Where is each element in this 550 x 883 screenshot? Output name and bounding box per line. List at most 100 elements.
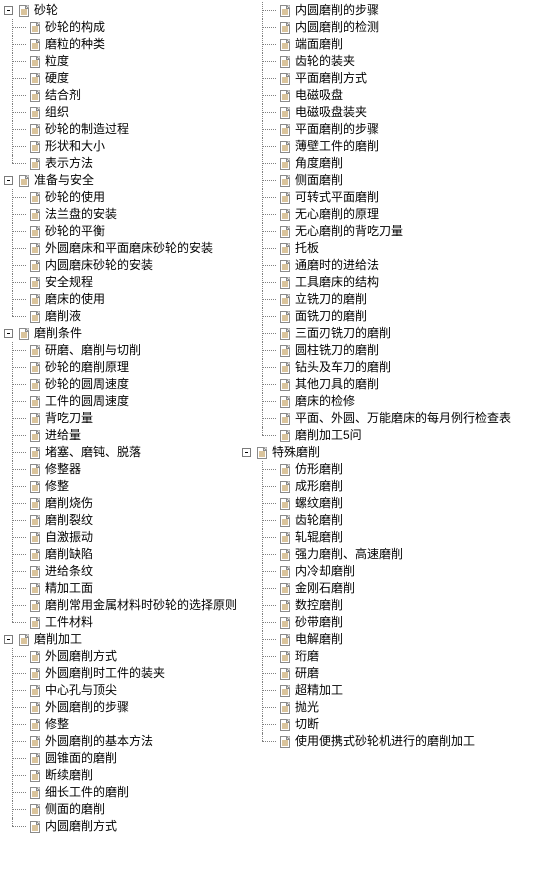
tree-leaf[interactable]: 电磁吸盘装夹 bbox=[244, 104, 550, 121]
tree-leaf[interactable]: 内圆磨削的检测 bbox=[244, 19, 550, 36]
tree-leaf[interactable]: 其他刀具的磨削 bbox=[244, 376, 550, 393]
tree-leaf[interactable]: 面铣刀的磨削 bbox=[244, 308, 550, 325]
tree-leaf[interactable]: 平面磨削的步骤 bbox=[244, 121, 550, 138]
tree-section-header[interactable]: 准备与安全 bbox=[4, 172, 242, 189]
tree-leaf[interactable]: 表示方法 bbox=[6, 155, 242, 172]
tree-leaf[interactable]: 修整器 bbox=[6, 461, 242, 478]
tree-leaf[interactable]: 钻头及车刀的磨削 bbox=[244, 359, 550, 376]
tree-leaf[interactable]: 工件的圆周速度 bbox=[6, 393, 242, 410]
tree-leaf[interactable]: 强力磨削、高速磨削 bbox=[244, 546, 550, 563]
tree-leaf[interactable]: 法兰盘的安装 bbox=[6, 206, 242, 223]
tree-leaf[interactable]: 进给量 bbox=[6, 427, 242, 444]
tree-leaf[interactable]: 磨床的检修 bbox=[244, 393, 550, 410]
tree-leaf[interactable]: 外圆磨削时工件的装夹 bbox=[6, 665, 242, 682]
tree-leaf[interactable]: 抛光 bbox=[244, 699, 550, 716]
tree-leaf[interactable]: 中心孔与顶尖 bbox=[6, 682, 242, 699]
tree-section-header[interactable]: 特殊磨削 bbox=[242, 444, 550, 461]
tree-leaf[interactable]: 电磁吸盘 bbox=[244, 87, 550, 104]
tree-leaf[interactable]: 内冷却磨削 bbox=[244, 563, 550, 580]
tree-leaf[interactable]: 修整 bbox=[6, 716, 242, 733]
tree-leaf[interactable]: 侧面磨削 bbox=[244, 172, 550, 189]
tree-leaf[interactable]: 端面磨削 bbox=[244, 36, 550, 53]
tree-leaf[interactable]: 珩磨 bbox=[244, 648, 550, 665]
tree-leaf[interactable]: 安全规程 bbox=[6, 274, 242, 291]
tree-leaf[interactable]: 进给条纹 bbox=[6, 563, 242, 580]
tree-leaf[interactable]: 细长工件的磨削 bbox=[6, 784, 242, 801]
tree-section-header[interactable]: 砂轮 bbox=[4, 2, 242, 19]
tree-leaf[interactable]: 金刚石磨削 bbox=[244, 580, 550, 597]
tree-leaf[interactable]: 内圆磨床砂轮的安装 bbox=[6, 257, 242, 274]
tree-leaf[interactable]: 角度磨削 bbox=[244, 155, 550, 172]
tree-leaf[interactable]: 组织 bbox=[6, 104, 242, 121]
tree-leaf[interactable]: 磨粒的种类 bbox=[6, 36, 242, 53]
tree-leaf[interactable]: 磨床的使用 bbox=[6, 291, 242, 308]
tree-leaf[interactable]: 结合剂 bbox=[6, 87, 242, 104]
tree-leaf[interactable]: 无心磨削的背吃刀量 bbox=[244, 223, 550, 240]
tree-leaf[interactable]: 外圆磨削的基本方法 bbox=[6, 733, 242, 750]
tree-leaf[interactable]: 立铣刀的磨削 bbox=[244, 291, 550, 308]
expander-icon[interactable] bbox=[4, 176, 13, 185]
tree-leaf[interactable]: 薄壁工件的磨削 bbox=[244, 138, 550, 155]
tree-leaf[interactable]: 通磨时的进给法 bbox=[244, 257, 550, 274]
tree-leaf[interactable]: 轧辊磨削 bbox=[244, 529, 550, 546]
tree-leaf[interactable]: 仿形磨削 bbox=[244, 461, 550, 478]
tree-leaf[interactable]: 磨削缺陷 bbox=[6, 546, 242, 563]
tree-leaf[interactable]: 砂轮的圆周速度 bbox=[6, 376, 242, 393]
tree-leaf[interactable]: 外圆磨削的步骤 bbox=[6, 699, 242, 716]
page-icon bbox=[278, 4, 292, 18]
tree-leaf[interactable]: 数控磨削 bbox=[244, 597, 550, 614]
tree-leaf[interactable]: 工具磨床的结构 bbox=[244, 274, 550, 291]
tree-section-header[interactable]: 磨削加工 bbox=[4, 631, 242, 648]
expander-icon[interactable] bbox=[4, 329, 13, 338]
tree-leaf[interactable]: 外圆磨床和平面磨床砂轮的安装 bbox=[6, 240, 242, 257]
tree-leaf[interactable]: 超精加工 bbox=[244, 682, 550, 699]
tree-leaf[interactable]: 断续磨削 bbox=[6, 767, 242, 784]
tree-section-header[interactable]: 磨削条件 bbox=[4, 325, 242, 342]
expander-icon[interactable] bbox=[4, 6, 13, 15]
tree-leaf[interactable]: 无心磨削的原理 bbox=[244, 206, 550, 223]
expander-icon[interactable] bbox=[242, 448, 251, 457]
tree-leaf[interactable]: 磨削常用金属材料时砂轮的选择原则 bbox=[6, 597, 242, 614]
tree-leaf[interactable]: 托板 bbox=[244, 240, 550, 257]
tree-leaf[interactable]: 砂轮的平衡 bbox=[6, 223, 242, 240]
tree-leaf[interactable]: 电解磨削 bbox=[244, 631, 550, 648]
tree-leaf[interactable]: 三面刃铣刀的磨削 bbox=[244, 325, 550, 342]
tree-leaf[interactable]: 可转式平面磨削 bbox=[244, 189, 550, 206]
tree-leaf[interactable]: 圆锥面的磨削 bbox=[6, 750, 242, 767]
tree-leaf[interactable]: 圆柱铣刀的磨削 bbox=[244, 342, 550, 359]
tree-leaf[interactable]: 背吃刀量 bbox=[6, 410, 242, 427]
tree-leaf[interactable]: 研磨 bbox=[244, 665, 550, 682]
tree-leaf[interactable]: 外圆磨削方式 bbox=[6, 648, 242, 665]
tree-leaf[interactable]: 内圆磨削的步骤 bbox=[244, 2, 550, 19]
tree-leaf[interactable]: 自激振动 bbox=[6, 529, 242, 546]
tree-leaf[interactable]: 磨削液 bbox=[6, 308, 242, 325]
tree-leaf[interactable]: 工件材料 bbox=[6, 614, 242, 631]
tree-leaf[interactable]: 平面、外圆、万能磨床的每月例行检查表 bbox=[244, 410, 550, 427]
tree-leaf[interactable]: 内圆磨削方式 bbox=[6, 818, 242, 835]
tree-leaf[interactable]: 螺纹磨削 bbox=[244, 495, 550, 512]
tree-leaf[interactable]: 成形磨削 bbox=[244, 478, 550, 495]
tree-leaf[interactable]: 砂轮的制造过程 bbox=[6, 121, 242, 138]
tree-leaf-label: 研磨 bbox=[295, 665, 319, 682]
tree-leaf[interactable]: 磨削烧伤 bbox=[6, 495, 242, 512]
tree-leaf[interactable]: 精加工面 bbox=[6, 580, 242, 597]
tree-leaf[interactable]: 堵塞、磨钝、脱落 bbox=[6, 444, 242, 461]
tree-leaf[interactable]: 平面磨削方式 bbox=[244, 70, 550, 87]
tree-leaf[interactable]: 研磨、磨削与切削 bbox=[6, 342, 242, 359]
tree-leaf[interactable]: 砂带磨削 bbox=[244, 614, 550, 631]
tree-leaf[interactable]: 侧面的磨削 bbox=[6, 801, 242, 818]
tree-leaf[interactable]: 切断 bbox=[244, 716, 550, 733]
tree-leaf[interactable]: 齿轮磨削 bbox=[244, 512, 550, 529]
tree-leaf[interactable]: 硬度 bbox=[6, 70, 242, 87]
tree-leaf[interactable]: 磨削裂纹 bbox=[6, 512, 242, 529]
expander-icon[interactable] bbox=[4, 635, 13, 644]
tree-leaf[interactable]: 砂轮的使用 bbox=[6, 189, 242, 206]
tree-leaf[interactable]: 使用便携式砂轮机进行的磨削加工 bbox=[244, 733, 550, 750]
tree-leaf[interactable]: 齿轮的装夹 bbox=[244, 53, 550, 70]
tree-leaf[interactable]: 形状和大小 bbox=[6, 138, 242, 155]
tree-leaf[interactable]: 修整 bbox=[6, 478, 242, 495]
tree-leaf[interactable]: 粒度 bbox=[6, 53, 242, 70]
tree-leaf[interactable]: 砂轮的磨削原理 bbox=[6, 359, 242, 376]
tree-leaf[interactable]: 砂轮的构成 bbox=[6, 19, 242, 36]
tree-leaf[interactable]: 磨削加工5问 bbox=[244, 427, 550, 444]
